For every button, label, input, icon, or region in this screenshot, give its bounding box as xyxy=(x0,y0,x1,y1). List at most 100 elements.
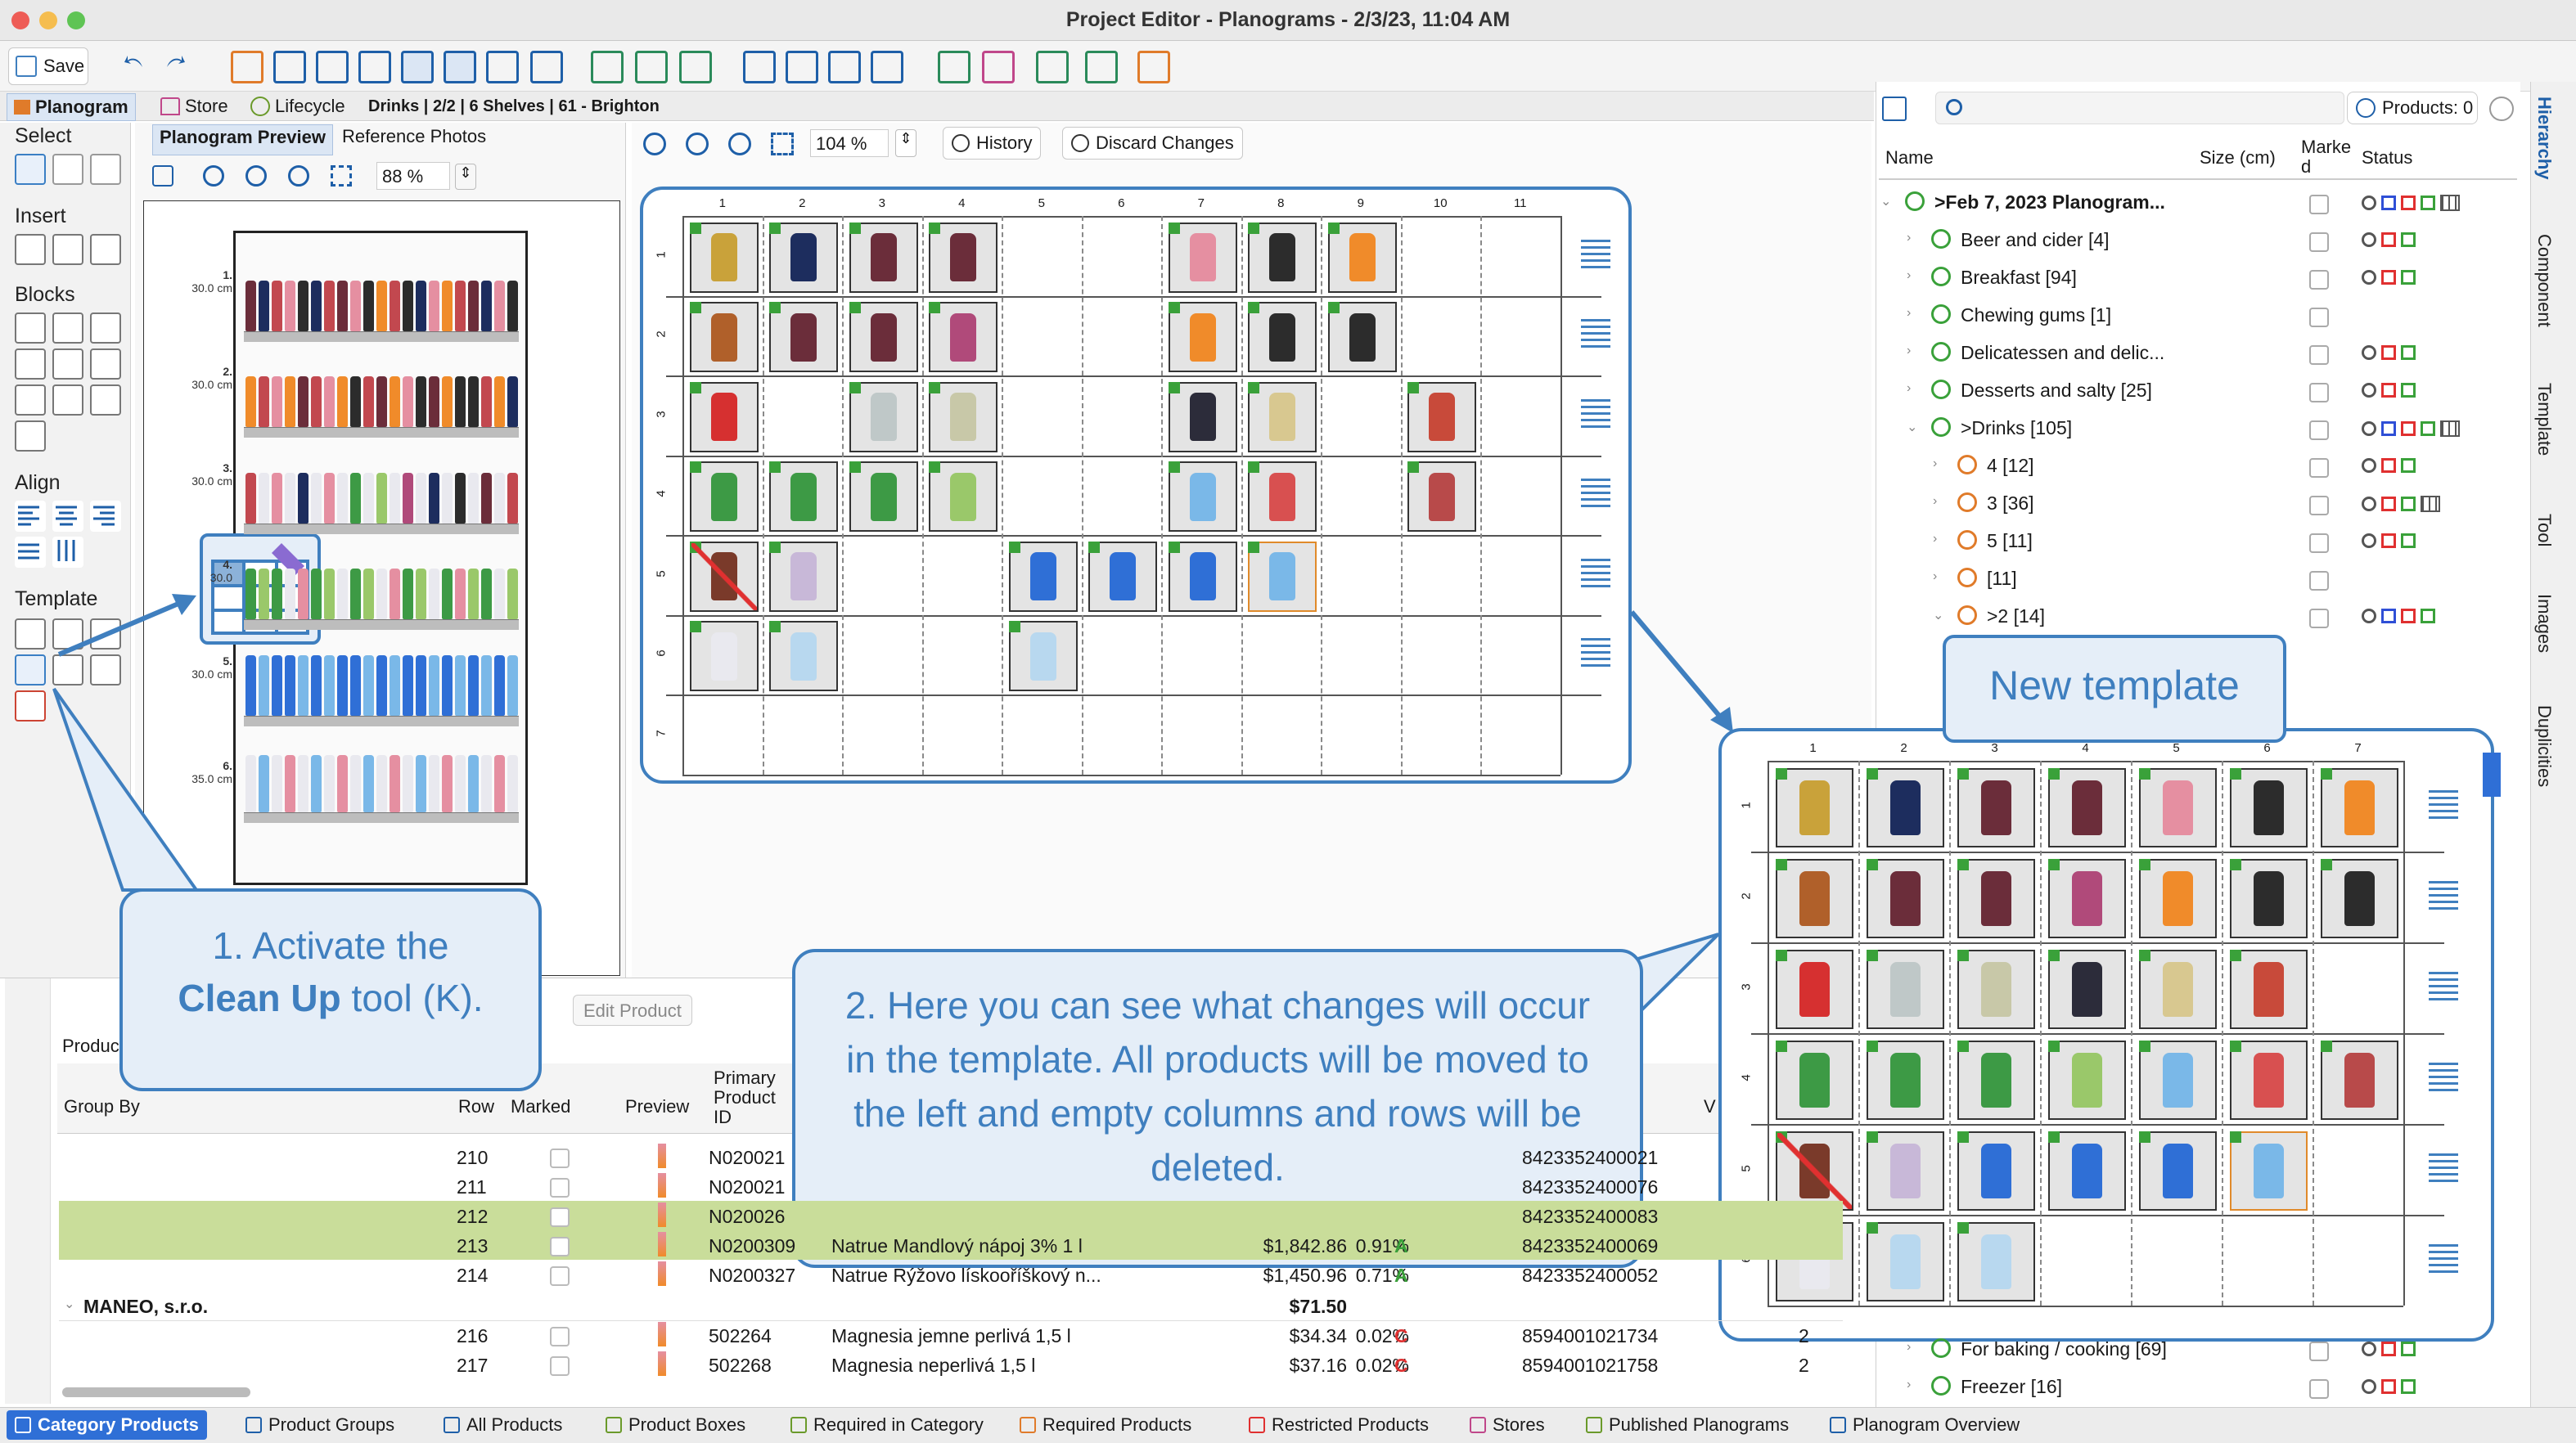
grid-product-cell[interactable] xyxy=(769,302,839,373)
row-stack-icon[interactable] xyxy=(2429,789,2458,823)
hierarchy-row[interactable]: › 4 [12] xyxy=(1880,448,2515,484)
row-marked-checkbox[interactable] xyxy=(550,1237,570,1256)
bottom-tab[interactable]: Product Boxes xyxy=(597,1410,754,1440)
expand-chevron-icon[interactable]: › xyxy=(1907,268,1911,283)
row-stack-icon[interactable] xyxy=(1581,239,1610,272)
hierarchy-row[interactable]: › Delicatessen and delic... xyxy=(1880,335,2515,371)
row-marked-checkbox[interactable] xyxy=(2309,458,2329,478)
bottom-tab[interactable]: Published Planograms xyxy=(1578,1410,1797,1440)
grid-product-cell[interactable] xyxy=(1248,222,1317,293)
grid-product-cell[interactable] xyxy=(1088,541,1158,612)
expand-chevron-icon[interactable]: › xyxy=(1907,1378,1911,1392)
grid-product-cell[interactable] xyxy=(2320,1040,2398,1121)
toolbar-tool-icon[interactable] xyxy=(828,51,861,83)
grid-product-cell[interactable] xyxy=(2047,949,2126,1030)
grid-product-cell[interactable] xyxy=(1775,1040,1853,1121)
hierarchy-row[interactable]: › Chewing gums [1] xyxy=(1880,298,2515,334)
grid-product-cell[interactable] xyxy=(849,302,918,373)
grid-product-cell[interactable] xyxy=(1168,461,1237,533)
row-stack-icon[interactable] xyxy=(2429,1062,2458,1095)
table-row[interactable]: 213 N0200309 Natrue Mandlový nápoj 3% 1 l $… xyxy=(59,1230,1843,1260)
toolbar-tool-icon[interactable] xyxy=(444,51,476,83)
toolbar-tool-icon[interactable] xyxy=(786,51,818,83)
expand-chevron-icon[interactable]: ⌄ xyxy=(1880,193,1891,209)
grid-product-cell[interactable] xyxy=(1866,1221,1944,1302)
toolbar-tool-icon[interactable] xyxy=(1085,51,1118,83)
row-marked-checkbox[interactable] xyxy=(2309,420,2329,440)
grid-product-cell[interactable] xyxy=(2320,858,2398,939)
hierarchy-row[interactable]: › Desserts and salty [25] xyxy=(1880,373,2515,409)
grid-product-cell[interactable] xyxy=(1407,381,1477,452)
grid-product-cell[interactable] xyxy=(769,461,839,533)
toolbar-tool-icon[interactable] xyxy=(358,51,391,83)
bottom-tab[interactable]: Stores xyxy=(1461,1410,1553,1440)
toolbar-tool-icon[interactable] xyxy=(871,51,903,83)
grid-product-cell[interactable] xyxy=(1168,381,1237,452)
grid-product-cell[interactable] xyxy=(689,381,759,452)
grid-product-cell[interactable] xyxy=(1248,302,1317,373)
grid-product-cell[interactable] xyxy=(929,381,998,452)
row-stack-icon[interactable] xyxy=(2429,880,2458,914)
grid-product-cell[interactable] xyxy=(2138,858,2217,939)
grid-product-cell[interactable] xyxy=(689,541,759,612)
hierarchy-row[interactable]: › Freezer [16] xyxy=(1880,1369,2515,1405)
grid-product-cell[interactable] xyxy=(2229,858,2308,939)
grid-product-cell[interactable] xyxy=(849,381,918,452)
toolbar-tool-icon[interactable] xyxy=(938,51,971,83)
row-marked-checkbox[interactable] xyxy=(2309,571,2329,591)
grid-product-cell[interactable] xyxy=(2229,949,2308,1030)
toolbar-tool-icon[interactable] xyxy=(401,51,434,83)
toolbar-tool-icon[interactable] xyxy=(591,51,624,83)
row-stack-icon[interactable] xyxy=(2429,971,2458,1005)
grid-product-cell[interactable] xyxy=(1957,949,2035,1030)
toolbar-tool-icon[interactable] xyxy=(1137,51,1170,83)
grid-product-cell[interactable] xyxy=(1248,381,1317,452)
row-stack-icon[interactable] xyxy=(1581,638,1610,671)
expand-chevron-icon[interactable]: › xyxy=(1933,569,1937,584)
grid-product-cell[interactable] xyxy=(1957,1131,2035,1211)
row-stack-icon[interactable] xyxy=(2429,1153,2458,1186)
row-stack-icon[interactable] xyxy=(1581,558,1610,591)
expand-chevron-icon[interactable]: › xyxy=(1907,344,1911,358)
toolbar-tool-icon[interactable] xyxy=(273,51,306,83)
row-marked-checkbox[interactable] xyxy=(550,1266,570,1286)
hierarchy-row[interactable]: › For baking / cooking [69] xyxy=(1880,1332,2515,1368)
toolbar-tool-icon[interactable] xyxy=(231,51,263,83)
grid-product-cell[interactable] xyxy=(689,621,759,692)
grid-product-cell[interactable] xyxy=(1168,222,1237,293)
expand-chevron-icon[interactable]: › xyxy=(1907,1340,1911,1355)
row-marked-checkbox[interactable] xyxy=(550,1178,570,1198)
expand-chevron-icon[interactable]: ⌄ xyxy=(1907,419,1917,435)
grid-product-cell[interactable] xyxy=(2229,1040,2308,1121)
bottom-tab[interactable]: Restricted Products xyxy=(1241,1410,1437,1440)
grid-product-cell[interactable] xyxy=(1957,858,2035,939)
toolbar-tool-icon[interactable] xyxy=(743,51,776,83)
row-marked-checkbox[interactable] xyxy=(550,1149,570,1168)
row-marked-checkbox[interactable] xyxy=(2309,533,2329,553)
row-marked-checkbox[interactable] xyxy=(2309,195,2329,214)
grid-product-cell[interactable] xyxy=(1957,1040,2035,1121)
hierarchy-row[interactable]: › 5 [11] xyxy=(1880,524,2515,560)
toolbar-tool-icon[interactable] xyxy=(635,51,668,83)
grid-product-cell[interactable] xyxy=(929,302,998,373)
bottom-tab[interactable]: Category Products xyxy=(7,1410,207,1440)
row-marked-checkbox[interactable] xyxy=(550,1356,570,1376)
row-stack-icon[interactable] xyxy=(1581,398,1610,432)
expand-chevron-icon[interactable]: › xyxy=(1907,231,1911,245)
expand-chevron-icon[interactable]: › xyxy=(1933,532,1937,546)
grid-product-cell[interactable] xyxy=(1866,858,1944,939)
row-marked-checkbox[interactable] xyxy=(2309,232,2329,252)
table-row[interactable]: 210 N020021 8423352400021 xyxy=(59,1142,1843,1171)
row-marked-checkbox[interactable] xyxy=(550,1327,570,1346)
toolbar-tool-icon[interactable] xyxy=(1036,51,1069,83)
grid-product-cell[interactable] xyxy=(1248,461,1317,533)
grid-product-cell[interactable] xyxy=(1775,858,1853,939)
grid-product-cell[interactable] xyxy=(689,461,759,533)
grid-product-cell[interactable] xyxy=(2138,1131,2217,1211)
grid-product-cell[interactable] xyxy=(769,541,839,612)
tree-scroll-indicator[interactable] xyxy=(2483,753,2501,797)
grid-product-cell[interactable] xyxy=(769,621,839,692)
table-row[interactable]: 216 502264 Magnesia jemne perlivá 1,5 l $34… xyxy=(59,1320,1843,1350)
grid-product-cell[interactable] xyxy=(2047,858,2126,939)
grid-product-cell[interactable] xyxy=(2229,767,2308,848)
